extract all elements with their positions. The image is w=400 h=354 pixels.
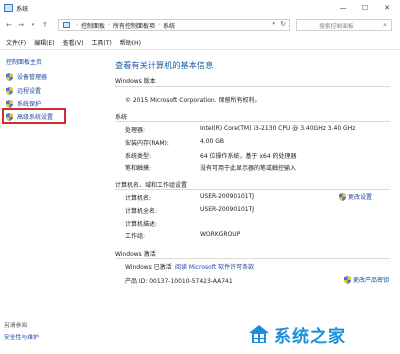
shield-icon	[6, 99, 13, 108]
shield-icon	[344, 275, 351, 284]
computer-description-label: 计算机描述:	[125, 221, 158, 228]
menu-view[interactable]: 查看(V)	[63, 38, 84, 47]
change-product-key-label: 更改产品密钥	[353, 277, 390, 284]
section-windows-edition: Windows 版本	[115, 78, 156, 85]
computer-name-value: USER-20090101TJ	[200, 193, 255, 200]
system-type-value: 64 位操作系统，基于 x64 的处理器	[200, 153, 297, 160]
chevron-right-icon: ›	[158, 22, 161, 28]
section-system: 系统	[115, 114, 128, 121]
menu-bar: 文件(F) 编辑(E) 查看(V) 工具(T) 帮助(H)	[0, 36, 400, 48]
sidebar-item-label: 系统保护	[17, 101, 42, 108]
divider	[115, 121, 390, 122]
breadcrumb-item[interactable]: 控制面板	[81, 21, 105, 30]
computer-full-name-value: USER-20090101TJ	[200, 206, 255, 213]
back-arrow-icon[interactable]: ←	[4, 19, 14, 30]
system-type-label: 系统类型:	[125, 153, 152, 160]
processor-value: Intel(R) Core(TM) i3-2130 CPU @ 3.40GHz …	[200, 125, 356, 132]
folder-icon	[63, 22, 70, 28]
change-settings-label: 更改设置	[348, 194, 373, 201]
highlight-box	[2, 108, 66, 124]
section-computer-name: 计算机名、域和工作组设置	[115, 182, 188, 189]
sidebar-home-link[interactable]: 控制面板主页	[6, 57, 42, 66]
search-placeholder: 搜索控制面板	[319, 23, 354, 30]
processor-label: 处理器:	[125, 127, 146, 134]
sidebar: 控制面板主页 设备管理器 远程设置 系统保护 高级系统设置 另请参阅 安全性与维…	[0, 50, 103, 354]
chevron-down-icon[interactable]: ▾	[272, 21, 275, 27]
change-settings-link[interactable]: 更改设置	[339, 192, 372, 201]
system-app-icon	[4, 4, 13, 12]
menu-help[interactable]: 帮助(H)	[120, 38, 141, 47]
change-product-key-link[interactable]: 更改产品密钥	[344, 275, 389, 284]
divider	[115, 86, 390, 87]
breadcrumb-item[interactable]: 所有控制面板项	[113, 21, 155, 30]
sidebar-item-label: 远程设置	[17, 88, 42, 95]
page-title: 查看有关计算机的基本信息	[115, 60, 214, 70]
shield-icon	[6, 72, 13, 81]
see-also-heading: 另请参阅	[4, 323, 28, 329]
minimize-button[interactable]: —	[332, 0, 354, 16]
house-logo-icon	[248, 324, 270, 344]
ram-value: 4.00 GB	[200, 138, 225, 145]
workgroup-label: 工作组:	[125, 233, 146, 240]
divider	[115, 258, 390, 259]
sidebar-item-remote-settings[interactable]: 远程设置	[6, 86, 41, 95]
address-bar: ← → ▾ ↑ › 控制面板 › 所有控制面板项 › 系统 ▾ ↻ 搜索控制面板…	[0, 17, 400, 33]
workgroup-value: WORKGROUP	[200, 231, 241, 238]
license-terms-link[interactable]: 阅读 Microsoft 软件许可条款	[175, 262, 254, 271]
copyright-text: © 2015 Microsoft Corporation. 保留所有权利。	[125, 97, 261, 104]
chevron-right-icon: ›	[108, 22, 111, 28]
menu-tools[interactable]: 工具(T)	[91, 38, 111, 47]
up-arrow-icon[interactable]: ↑	[40, 19, 50, 30]
search-input[interactable]: 搜索控制面板 ⌕	[296, 19, 392, 31]
search-icon[interactable]: ⌕	[383, 21, 387, 30]
pen-touch-label: 笔和触摸:	[125, 165, 152, 172]
section-windows-activation: Windows 激活	[115, 251, 156, 258]
activation-status: Windows 已激活	[125, 264, 172, 271]
computer-name-label: 计算机名:	[125, 195, 152, 202]
watermark: 系统之家	[248, 314, 398, 354]
forward-arrow-icon[interactable]: →	[16, 19, 26, 30]
refresh-icon[interactable]: ↻	[280, 20, 286, 28]
main-content: 查看有关计算机的基本信息 Windows 版本 © 2015 Microsoft…	[103, 50, 400, 354]
ram-label: 安装内存(RAM):	[125, 140, 169, 147]
chevron-right-icon: ›	[76, 22, 78, 28]
maximize-button[interactable]: ☐	[354, 0, 376, 16]
shield-icon	[339, 192, 346, 201]
recent-dropdown-icon[interactable]: ▾	[28, 19, 38, 30]
menu-file[interactable]: 文件(F)	[6, 38, 26, 47]
sidebar-item-label: 设备管理器	[17, 74, 48, 81]
breadcrumb-item[interactable]: 系统	[163, 21, 175, 30]
close-button[interactable]: ✕	[376, 0, 398, 16]
sidebar-item-system-protection[interactable]: 系统保护	[6, 99, 41, 108]
sidebar-item-device-manager[interactable]: 设备管理器	[6, 72, 47, 81]
shield-icon	[6, 86, 13, 95]
divider	[115, 189, 390, 190]
pen-touch-value: 没有可用于此显示器的笔或触控输入	[200, 165, 297, 172]
watermark-text: 系统之家	[274, 326, 346, 347]
computer-full-name-label: 计算机全名:	[125, 208, 158, 215]
window-title: 系统	[16, 6, 29, 13]
title-bar: 系统 — ☐ ✕	[0, 0, 400, 16]
product-id: 产品 ID: 00137-10010-57423-AA741	[125, 278, 233, 285]
menu-edit[interactable]: 编辑(E)	[34, 38, 54, 47]
sidebar-link-security-maintenance[interactable]: 安全性与维护	[4, 332, 39, 341]
breadcrumb[interactable]: › 控制面板 › 所有控制面板项 › 系统 ▾ ↻	[58, 19, 290, 31]
